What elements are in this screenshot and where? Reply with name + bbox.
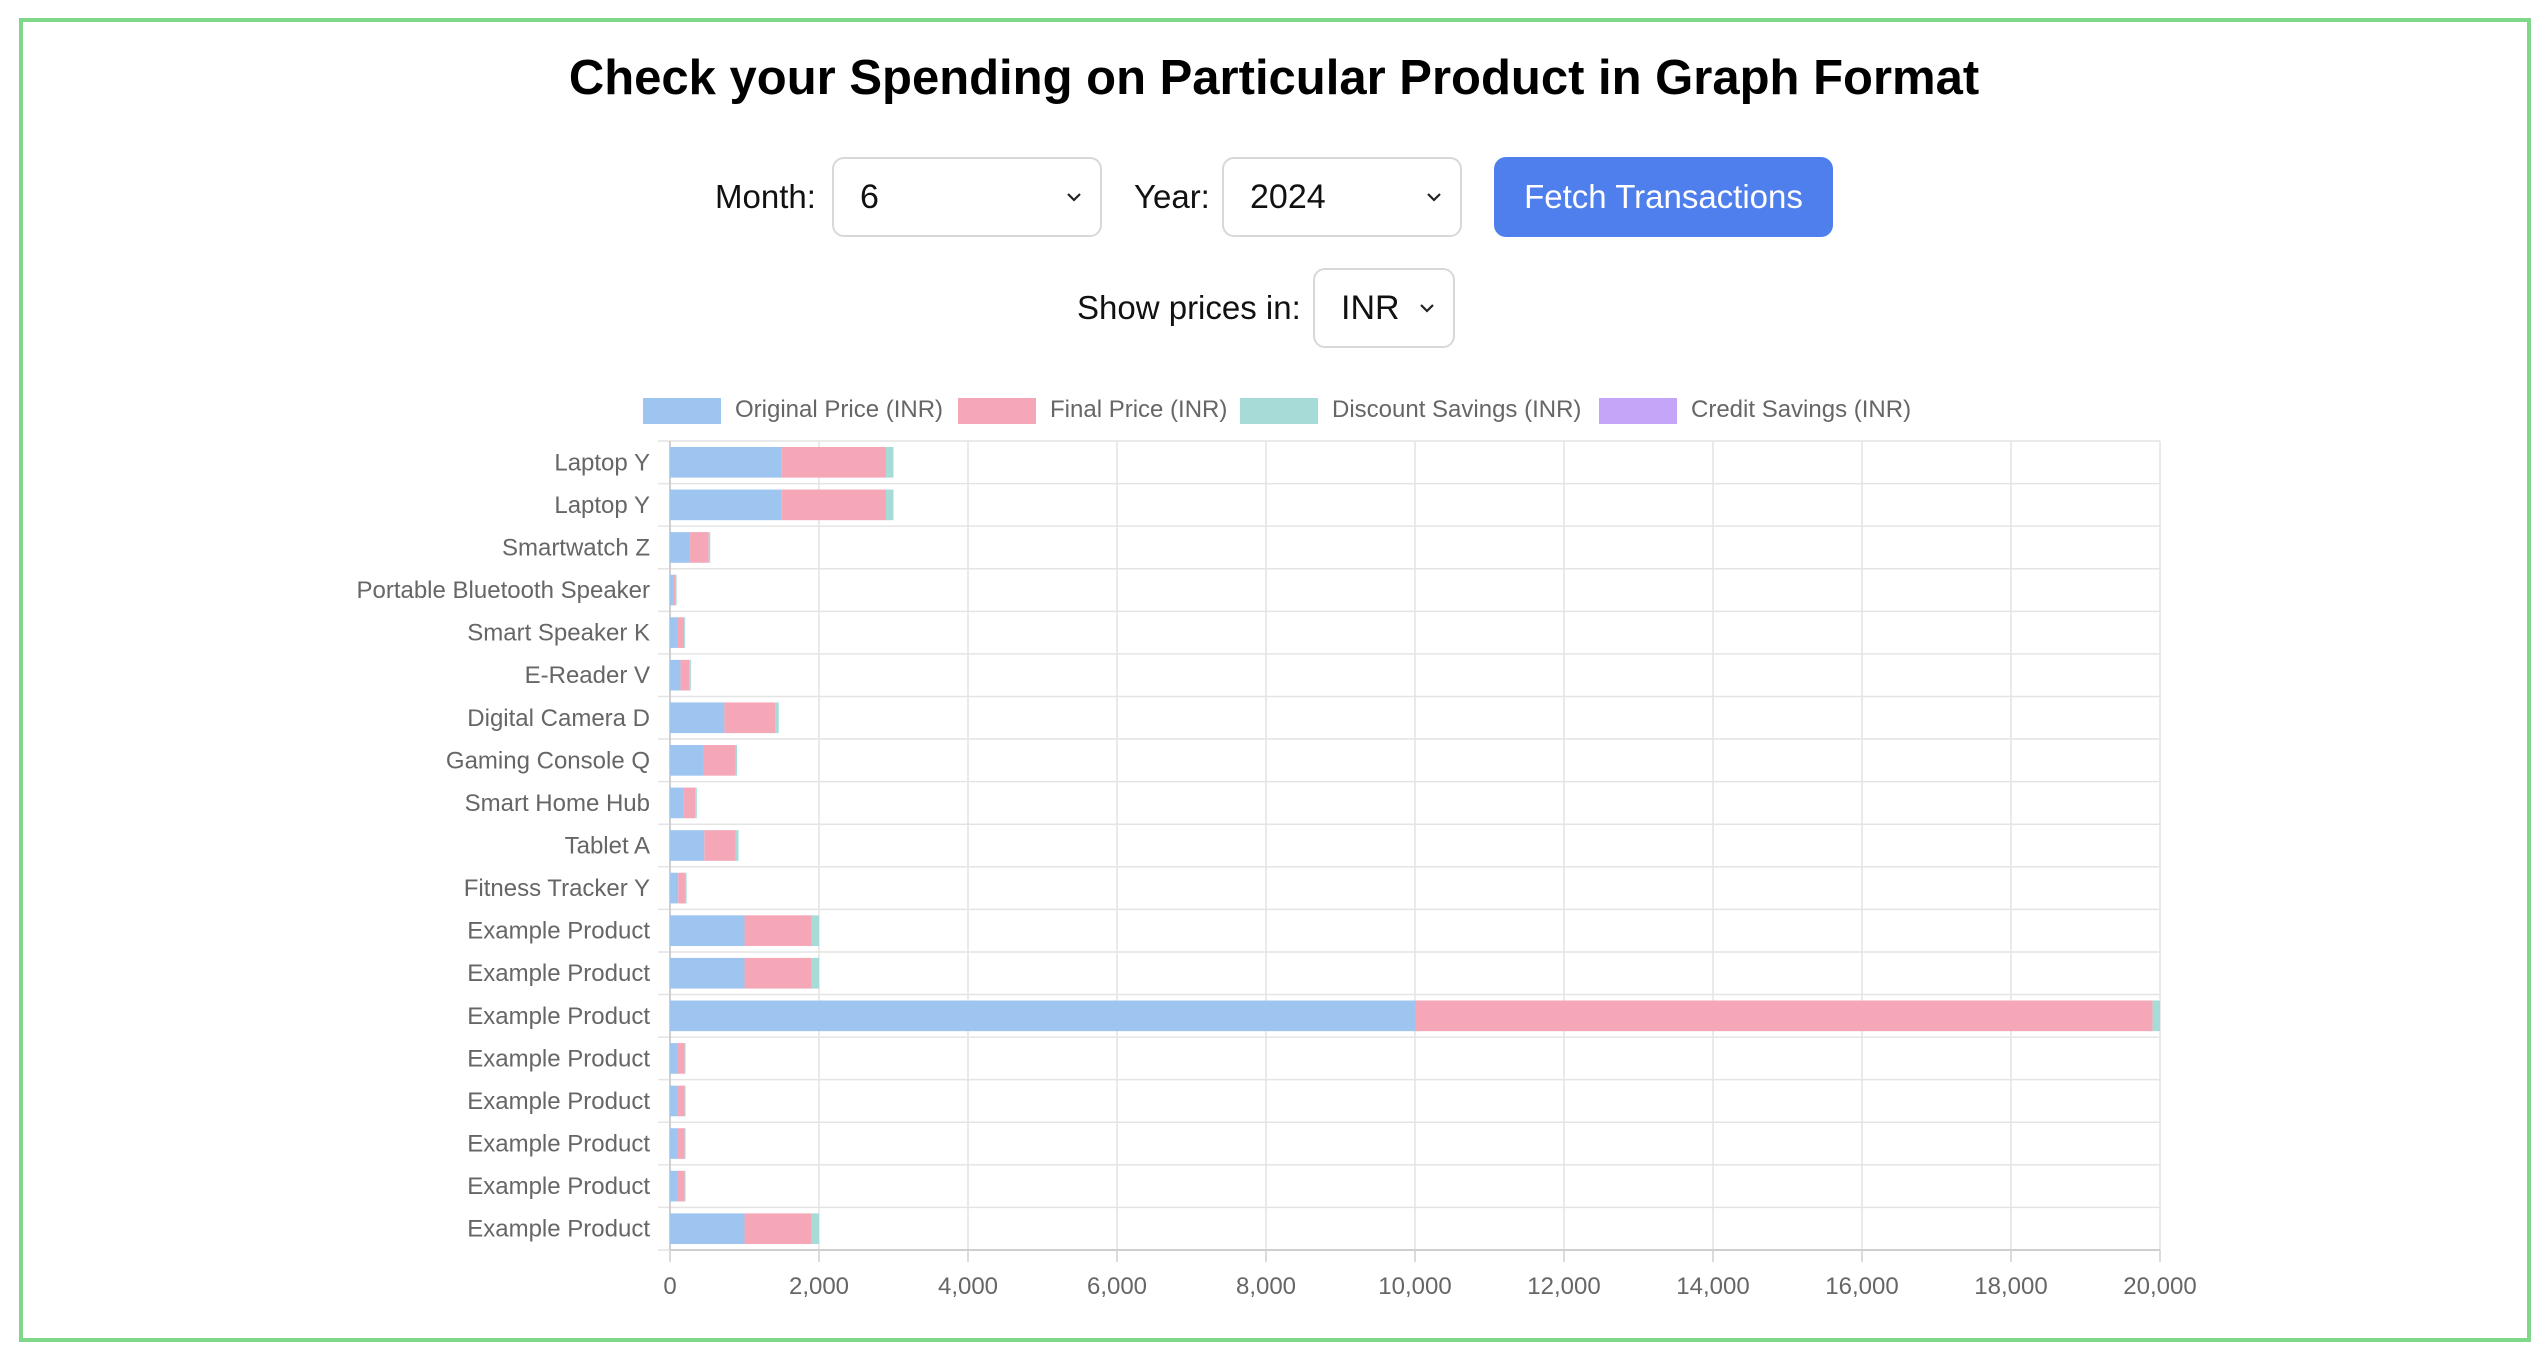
bar-segment-original [670, 1085, 678, 1117]
bar-segment-final [724, 702, 776, 734]
bar-segment-final [677, 1128, 685, 1159]
x-tick-label: 10,000 [1378, 1273, 1451, 1300]
bar-segment-discount [2152, 1000, 2160, 1032]
bar-segment-final [744, 915, 812, 946]
y-category-label: Laptop Y [554, 449, 650, 476]
bar-segment-final [704, 830, 736, 861]
y-category-label: Example Product [467, 1173, 650, 1200]
bar-segment-final [781, 446, 887, 478]
bar-segment-discount [735, 830, 739, 861]
x-tick-label: 0 [663, 1273, 676, 1300]
bar-segment-final [744, 1213, 812, 1245]
x-tick-label: 4,000 [938, 1273, 998, 1300]
bar-segment-original [670, 872, 679, 904]
bar-segment-original [670, 830, 705, 861]
y-category-label: Smartwatch Z [502, 534, 650, 561]
bar-segment-final [677, 617, 685, 648]
bar-segment-original [670, 659, 681, 691]
bar-segment-final [672, 574, 676, 606]
y-category-label: Laptop Y [554, 492, 650, 519]
y-category-label: Smart Home Hub [465, 790, 650, 817]
x-tick-label: 6,000 [1087, 1273, 1147, 1300]
bar-segment-discount [684, 617, 686, 648]
bar-segment-discount [689, 659, 691, 691]
bar-segment-discount [684, 1128, 686, 1159]
bar-segment-discount [735, 745, 738, 776]
bar-segment-final [677, 1170, 685, 1202]
bar-segment-discount [886, 446, 894, 478]
bar-segment-original [670, 915, 745, 946]
y-category-label: Fitness Tracker Y [464, 875, 650, 902]
x-tick-label: 8,000 [1236, 1273, 1296, 1300]
y-category-label: Example Product [467, 1216, 650, 1243]
bar-segment-discount [684, 1043, 686, 1074]
y-category-label: Example Product [467, 960, 650, 987]
y-category-label: Example Product [467, 1003, 650, 1030]
bar-segment-discount [811, 957, 819, 989]
bar-segment-final [1415, 1000, 2153, 1032]
bar-segment-discount [708, 532, 711, 563]
bar-segment-original [670, 446, 782, 478]
bar-segment-final [677, 1043, 685, 1074]
y-category-label: E-Reader V [525, 662, 650, 689]
y-category-label: Gaming Console Q [446, 747, 650, 774]
x-tick-label: 2,000 [789, 1273, 849, 1300]
bar-segment-discount [811, 915, 819, 946]
bar-segment-discount [695, 787, 697, 819]
bar-segment-final [703, 745, 736, 776]
y-category-label: Portable Bluetooth Speaker [356, 577, 650, 604]
bar-segment-original [670, 787, 684, 819]
spending-bar-chart: 0 2,000 4,000 6,000 8,000 10,000 12,000 14,000 1… [356, 440, 2197, 1300]
bar-segment-original [670, 745, 704, 776]
bar-segment-final [677, 1085, 685, 1117]
bar-segment-original [670, 617, 678, 648]
bar-segment-discount [886, 489, 894, 521]
bar-segment-final [678, 872, 686, 904]
bar-segment-original [670, 574, 673, 606]
bar-segment-discount [685, 872, 687, 904]
bar-segment-final [683, 787, 696, 819]
bar-segment-original [670, 1213, 745, 1245]
bar-segment-discount [775, 702, 779, 734]
bar-segment-final [680, 659, 690, 691]
x-tick-label: 14,000 [1676, 1273, 1749, 1300]
bar-segment-original [670, 489, 782, 521]
x-tick-label: 16,000 [1825, 1273, 1898, 1300]
y-category-label: Smart Speaker K [467, 620, 650, 647]
y-category-label: Example Product [467, 918, 650, 945]
x-tick-label: 18,000 [1974, 1273, 2047, 1300]
bar-segment-original [670, 1128, 678, 1159]
bar-segment-original [670, 957, 745, 989]
bar-segment-final [744, 957, 812, 989]
y-category-label: Example Product [467, 1131, 650, 1158]
x-tick-label: 12,000 [1527, 1273, 1600, 1300]
bar-segment-discount [675, 574, 677, 606]
y-category-label: Example Product [467, 1045, 650, 1072]
bar-segment-original [670, 1000, 1415, 1032]
bar-segment-original [670, 702, 725, 734]
bar-segment-discount [684, 1170, 686, 1202]
bar-segment-discount [811, 1213, 819, 1245]
bar-segment-original [670, 1170, 678, 1202]
bar-segment-final [781, 489, 887, 521]
bar-segment-original [670, 1043, 678, 1074]
bar-segment-final [690, 532, 709, 563]
bar-segment-discount [684, 1085, 686, 1117]
y-category-label: Digital Camera D [467, 705, 650, 732]
y-category-label: Example Product [467, 1088, 650, 1115]
bar-segment-original [670, 532, 691, 563]
y-category-label: Tablet A [565, 833, 650, 860]
x-tick-label: 20,000 [2123, 1273, 2196, 1300]
